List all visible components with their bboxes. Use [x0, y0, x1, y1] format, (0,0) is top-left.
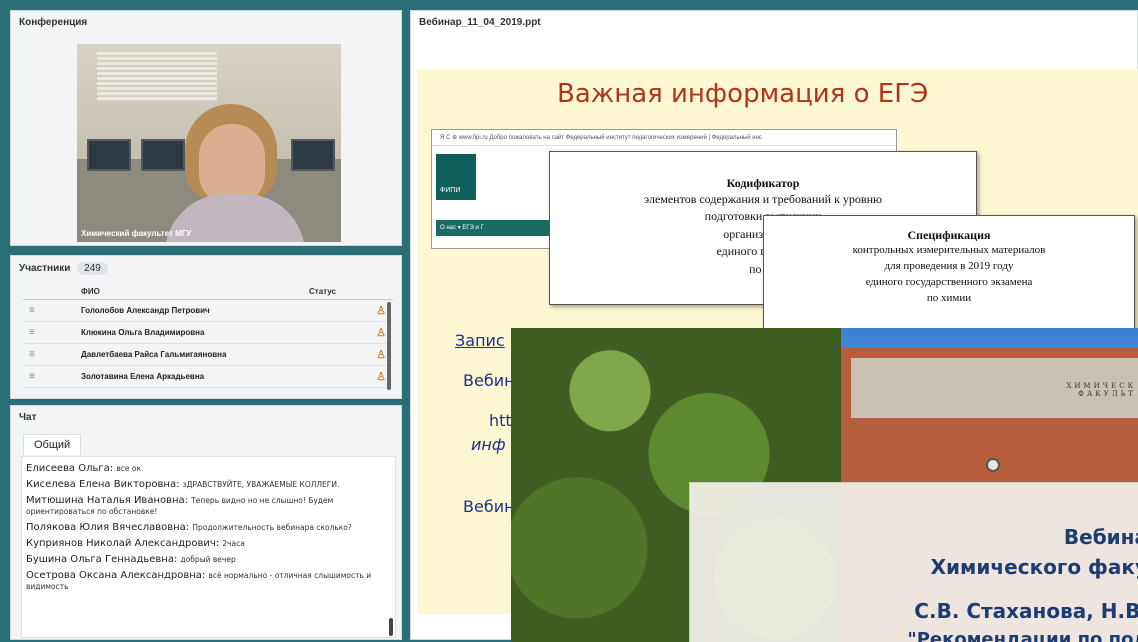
participant-row[interactable]: ≡ Клюкина Ольга Владимировна ♙ [23, 322, 393, 344]
presentation-file-title: Вебинар_11_04_2019.ppt [419, 17, 541, 28]
participants-scrollbar[interactable] [387, 302, 391, 390]
slide-text-line: htt [489, 411, 512, 430]
participants-count-badge: 249 [77, 262, 108, 275]
chat-message: Осетрова Оксана Александровна: всё норма… [26, 570, 391, 592]
participant-name: Давлетбаева Райса Гальмигаяновна [81, 350, 227, 359]
codifier-heading: Кодификатор [726, 176, 800, 190]
chat-message: Куприянов Николай Александрович: 2часа [26, 538, 391, 549]
drag-handle-icon[interactable]: ≡ [23, 327, 81, 338]
message-author: Киселева Елена Викторовна: [26, 479, 180, 490]
video-monitor [141, 139, 185, 171]
participant-row[interactable]: ≡ Гололобов Александр Петрович ♙ [23, 300, 393, 322]
codifier-line: элементов содержания и требований к уров… [644, 192, 882, 206]
message-author: Митюшина Наталья Ивановна: [26, 495, 189, 506]
chat-tab-general[interactable]: Общий [23, 434, 82, 455]
message-author: Куприянов Николай Александрович: [26, 538, 220, 549]
slide-text-line: Вебин [463, 371, 515, 390]
participants-title-label: Участники [19, 263, 71, 274]
message-text: Продолжительность вебинара сколько? [192, 523, 352, 532]
participants-table: ФИО Статус ≡ Гололобов Александр Петрови… [23, 284, 393, 388]
message-text: все ок [116, 464, 141, 473]
spec-line: контрольных измерительных материалов [852, 244, 1046, 256]
chat-message-list[interactable]: Елисеева Ольга: все ок Киселева Елена Ви… [21, 456, 396, 638]
slide-text-line: инф [471, 435, 506, 454]
message-author: Елисеева Ольга: [26, 463, 114, 474]
chat-message: Бушина Ольга Геннадьевна: добрый вечер [26, 554, 391, 565]
photo-card-line: "Рекомендации по под [907, 629, 1138, 642]
message-author: Полякова Юлия Вячеславовна: [26, 522, 190, 533]
slide-title: Важная информация о ЕГЭ [557, 79, 929, 109]
photo-clock [986, 458, 1000, 472]
chat-message: Киселева Елена Викторовна: зДРАВСТВУЙТЕ,… [26, 479, 391, 490]
specification-card: Спецификация контрольных измерительных м… [763, 215, 1135, 330]
chat-message: Елисеева Ольга: все ок [26, 463, 391, 474]
spec-line: по химии [926, 291, 972, 304]
participants-panel: Участники 249 ФИО Статус ≡ Гололобов Але… [10, 255, 402, 399]
conference-panel: Конференция Химический факультет МГУ [10, 10, 402, 246]
name-column-header[interactable]: ФИО [81, 287, 309, 296]
chat-message: Митюшина Наталья Ивановна: Теперь видно … [26, 495, 391, 517]
participants-header-row: ФИО Статус [23, 284, 393, 300]
spec-heading: Спецификация [907, 228, 991, 242]
video-label: Химический факультет МГУ [81, 229, 192, 238]
participant-name: Гололобов Александр Петрович [81, 306, 210, 315]
slide-text-line: Запис [455, 331, 505, 350]
participant-name: Золотавина Елена Аркадьевна [81, 372, 205, 381]
chat-title: Чат [19, 412, 37, 423]
overlay-photo: ХИМИЧЕСК ФАКУЛЬТ Вебина Химического факу… [511, 328, 1138, 642]
drag-handle-icon[interactable]: ≡ [23, 349, 81, 360]
drag-handle-icon[interactable]: ≡ [23, 371, 81, 382]
fipi-logo: ФИПИ [436, 154, 476, 200]
video-monitor [291, 139, 335, 171]
message-author: Осетрова Оксана Александровна: [26, 570, 206, 581]
conference-title: Конференция [19, 17, 88, 28]
slide-text-line: Вебин [463, 497, 515, 516]
video-window-blinds [97, 52, 217, 102]
spec-line: единого государственного экзамена [865, 275, 1033, 288]
chat-scrollbar[interactable] [389, 618, 393, 636]
photo-card-line: Вебина [1063, 525, 1138, 549]
video-monitor [87, 139, 131, 171]
photo-title-card: Вебина Химического факу С.В. Стаханова, … [689, 482, 1138, 642]
photo-card-line: С.В. Стаханова, Н.В. [914, 599, 1138, 623]
drag-handle-icon[interactable]: ≡ [23, 305, 81, 316]
message-text: 2часа [222, 539, 245, 548]
message-author: Бушина Ольга Геннадьевна: [26, 554, 178, 565]
spec-line: для проведения в 2019 году [884, 259, 1014, 272]
participant-row[interactable]: ≡ Золотавина Елена Аркадьевна ♙ [23, 366, 393, 388]
participant-row[interactable]: ≡ Давлетбаева Райса Гальмигаяновна ♙ [23, 344, 393, 366]
video-feed[interactable]: Химический факультет МГУ [77, 44, 341, 242]
participant-name: Клюкина Ольга Владимировна [81, 328, 205, 337]
chat-panel: Чат Общий Елисеева Ольга: все ок Киселев… [10, 405, 402, 640]
photo-facade-text: ХИМИЧЕСК ФАКУЛЬТ [1066, 382, 1136, 398]
browser-address-bar: Я С ⊕ www.fipi.ru Добро пожаловать на са… [432, 130, 896, 146]
photo-card-line: Химического факу [930, 555, 1138, 579]
message-text: добрый вечер [180, 555, 236, 564]
fipi-logo-text: ФИПИ [440, 187, 461, 194]
chat-message: Полякова Юлия Вячеславовна: Продолжитель… [26, 522, 391, 533]
message-text: зДРАВСТВУЙТЕ, УВАЖАЕМЫЕ КОЛЛЕГИ. [182, 480, 340, 489]
participants-title: Участники 249 [11, 256, 401, 281]
status-column-header[interactable]: Статус [309, 287, 369, 296]
